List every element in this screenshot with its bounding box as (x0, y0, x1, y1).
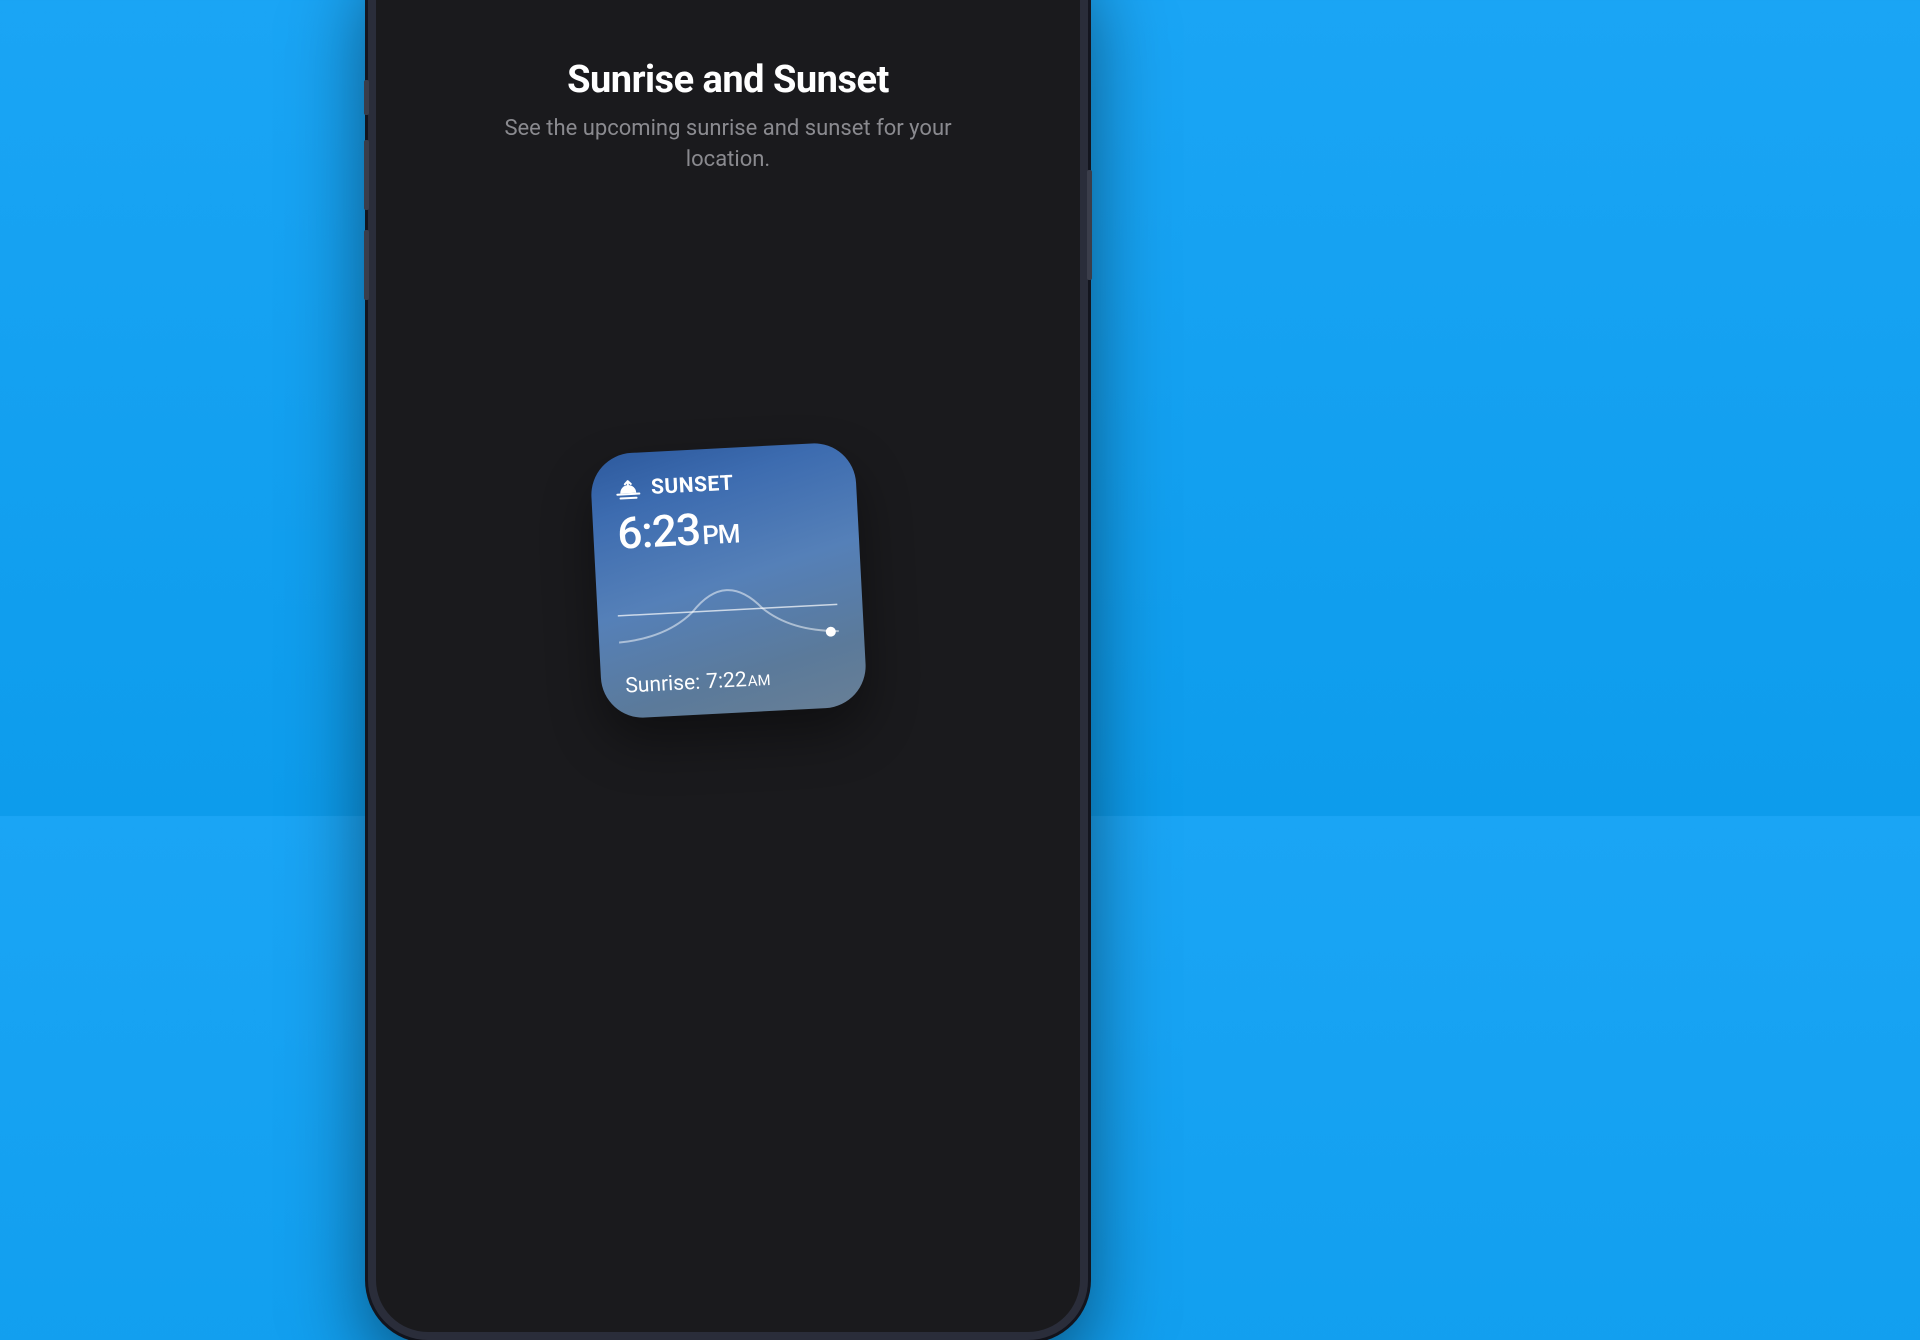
volume-down-button (364, 230, 369, 300)
sunset-time: 6:23 PM (616, 496, 835, 559)
widget-header: SUNSET (614, 466, 832, 501)
sunrise-info: Sunrise: 7:22 AM (625, 667, 771, 699)
phone-frame: Sunrise and Sunset See the upcoming sunr… (368, 0, 1088, 1340)
sun-curve (619, 556, 840, 647)
phone-screen: Sunrise and Sunset See the upcoming sunr… (376, 0, 1080, 1332)
widget-label: SUNSET (650, 472, 734, 500)
volume-up-button (364, 140, 369, 210)
widget-picker-content: Sunrise and Sunset See the upcoming sunr… (376, 0, 1080, 176)
sunrise-sunset-widget[interactable]: SUNSET 6:23 PM Sunrise: 7:22 AM (589, 441, 868, 720)
silence-switch (364, 80, 369, 115)
sunrise-label: Sunrise: (625, 671, 701, 699)
sunrise-time-value: 7:22 (706, 668, 748, 694)
sunset-icon (615, 478, 642, 501)
sunrise-time-suffix: AM (747, 671, 771, 690)
power-button (1087, 170, 1092, 280)
sunset-time-value: 6:23 (616, 503, 701, 559)
sunset-time-suffix: PM (701, 519, 740, 551)
page-subtitle: See the upcoming sunrise and sunset for … (468, 114, 988, 176)
page-title: Sunrise and Sunset (426, 58, 1030, 102)
